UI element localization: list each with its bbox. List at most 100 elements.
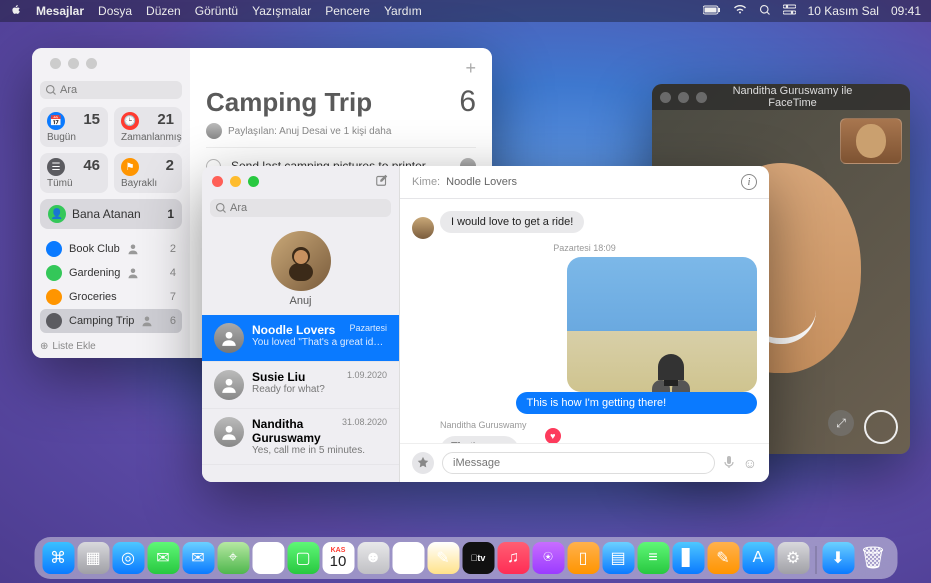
spotlight-icon[interactable] <box>759 4 771 19</box>
menubar-date[interactable]: 10 Kasım Sal <box>808 4 879 18</box>
category-flagged[interactable]: ⚑ 2 Bayraklı <box>114 153 182 193</box>
list-name: Book Club <box>69 243 120 255</box>
dock-icon-launchpad[interactable]: ▦ <box>77 542 109 574</box>
pinned-conversation[interactable]: Anuj <box>202 231 399 307</box>
wifi-icon[interactable] <box>733 4 747 18</box>
thread-timestamp: Pazartesi 18:09 <box>412 243 757 253</box>
category-assigned[interactable]: 👤 Bana Atanan 1 <box>40 199 182 229</box>
menu-item-window[interactable]: Pencere <box>325 4 370 18</box>
reminders-list-item[interactable]: Book Club 2 <box>40 237 182 261</box>
reminders-list-count: 6 <box>459 85 476 119</box>
facetime-title: Nanditha Guruswamy ile FaceTime <box>715 85 910 109</box>
dock-icon-reminders[interactable]: ☰ <box>392 542 424 574</box>
emoji-button[interactable]: ☺ <box>743 455 757 471</box>
list-count: 7 <box>170 291 176 303</box>
reminders-list-item[interactable]: Camping Trip 6 <box>40 309 182 333</box>
messages-sidebar: Anuj Noodle Lovers Pazartesi You loved "T… <box>202 166 400 482</box>
reminders-list-item[interactable]: Gardening 4 <box>40 261 182 285</box>
dock-icon-finder[interactable]: ⌘ <box>42 542 74 574</box>
conversation-time: 1.09.2020 <box>347 370 387 384</box>
messages-search-input[interactable] <box>210 199 391 217</box>
battery-icon[interactable] <box>703 4 721 18</box>
facetime-pip-self-view[interactable] <box>840 118 902 164</box>
add-list-button[interactable]: ⊕ Liste Ekle <box>40 341 182 352</box>
dock-icon-contacts[interactable]: ☻ <box>357 542 389 574</box>
shared-icon <box>127 267 139 279</box>
messages-window: Anuj Noodle Lovers Pazartesi You loved "T… <box>202 166 769 482</box>
category-today[interactable]: 📅 15 Bugün <box>40 107 108 147</box>
menu-item-file[interactable]: Dosya <box>98 4 132 18</box>
conversation-details-button[interactable]: i <box>741 174 757 190</box>
dock-icon-safari[interactable]: ◎ <box>112 542 144 574</box>
dock-icon-downloads[interactable]: ⬇ <box>822 542 854 574</box>
list-color-dot <box>46 289 62 305</box>
reminders-traffic-lights[interactable] <box>40 48 182 79</box>
conversation-item[interactable]: Noodle Lovers Pazartesi You loved "That's… <box>202 315 399 362</box>
conversation-name: Susie Liu <box>252 370 305 384</box>
message-input[interactable] <box>442 452 715 474</box>
menu-app-name[interactable]: Mesajlar <box>36 4 84 18</box>
dock-icon-photos[interactable]: ✿ <box>252 542 284 574</box>
dock-icon-maps[interactable]: ⌖ <box>217 542 249 574</box>
facetime-fullscreen-button[interactable]: ⤢ <box>828 410 854 436</box>
dock-icon-books[interactable]: ▯ <box>567 542 599 574</box>
dock-icon-facetime[interactable]: ▢ <box>287 542 319 574</box>
menu-item-help[interactable]: Yardım <box>384 4 422 18</box>
conversation-name: Nanditha Guruswamy <box>252 417 342 445</box>
menu-item-view[interactable]: Görüntü <box>195 4 238 18</box>
list-count: 4 <box>170 267 176 279</box>
to-recipient: Noodle Lovers <box>446 176 517 188</box>
shared-icon <box>141 315 153 327</box>
reminders-shared-info[interactable]: Paylaşılan: Anuj Desai ve 1 kişi daha <box>206 123 476 139</box>
reminders-list-title: Camping Trip <box>206 87 372 118</box>
dock-icon-numbers[interactable]: ≡ <box>637 542 669 574</box>
conversation-thread: I would love to get a ride! Pazartesi 18… <box>400 199 769 443</box>
reminders-list-item[interactable]: Groceries 7 <box>40 285 182 309</box>
message-bubble-incoming: I would love to get a ride! <box>440 211 584 233</box>
menu-item-edit[interactable]: Düzen <box>146 4 181 18</box>
facetime-live-photo-button[interactable] <box>864 410 898 444</box>
dictation-button[interactable] <box>723 455 735 472</box>
apple-menu[interactable] <box>10 4 22 19</box>
compose-button[interactable] <box>375 173 389 190</box>
list-color-dot <box>46 265 62 281</box>
add-reminder-button[interactable]: + <box>465 58 476 79</box>
list-name: Gardening <box>69 267 120 279</box>
messages-traffic-lights[interactable] <box>202 166 269 197</box>
list-count: 6 <box>170 315 176 327</box>
to-label: Kime: <box>412 176 440 188</box>
dock-icon-preview[interactable]: ▤ <box>602 542 634 574</box>
conversation-item[interactable]: Nanditha Guruswamy31.08.2020 Yes, call m… <box>202 409 399 465</box>
dock-icon-tv[interactable]: tv <box>462 542 494 574</box>
message-image-attachment[interactable] <box>567 257 757 392</box>
dock-icon-podcasts[interactable]: ⍟ <box>532 542 564 574</box>
list-count: 2 <box>170 243 176 255</box>
menubar-time[interactable]: 09:41 <box>891 4 921 18</box>
dock-icon-settings[interactable]: ⚙ <box>777 542 809 574</box>
conversation-name: Noodle Lovers <box>252 323 335 337</box>
control-center-icon[interactable] <box>783 4 796 19</box>
avatar-icon <box>206 123 222 139</box>
menu-item-conversations[interactable]: Yazışmalar <box>252 4 311 18</box>
apps-button[interactable] <box>412 452 434 474</box>
conversation-avatar <box>214 370 244 400</box>
dock-icon-notes[interactable]: ✎ <box>427 542 459 574</box>
conversation-item[interactable]: Susie Liu1.09.2020 Ready for what? <box>202 362 399 409</box>
category-all[interactable]: ☰ 46 Tümü <box>40 153 108 193</box>
conversation-preview: You loved "That's a great idea " <box>252 337 387 348</box>
dock-icon-appstore[interactable]: A <box>742 542 774 574</box>
category-scheduled[interactable]: 🕒 21 Zamanlanmış <box>114 107 182 147</box>
reminders-search-input[interactable] <box>40 81 182 99</box>
dock-icon-calendar[interactable]: KAS10 <box>322 542 354 574</box>
dock-icon-keynote[interactable]: ▋ <box>672 542 704 574</box>
facetime-traffic-lights[interactable] <box>652 86 715 109</box>
message-sender-name: Nanditha Guruswamy <box>440 420 757 430</box>
dock-icon-pages[interactable]: ✎ <box>707 542 739 574</box>
dock-icon-music[interactable]: ♫ <box>497 542 529 574</box>
conversation-avatar <box>214 323 244 353</box>
dock-icon-trash[interactable]: 🗑 <box>857 542 889 574</box>
conversation-time: Pazartesi <box>349 323 387 337</box>
dock-icon-mail[interactable]: ✉ <box>182 542 214 574</box>
dock-icon-messages[interactable]: ✉ <box>147 542 179 574</box>
reminders-sidebar: 📅 15 Bugün 🕒 21 Zamanlanmış ☰ 46 Tümü ⚑ … <box>32 48 190 358</box>
